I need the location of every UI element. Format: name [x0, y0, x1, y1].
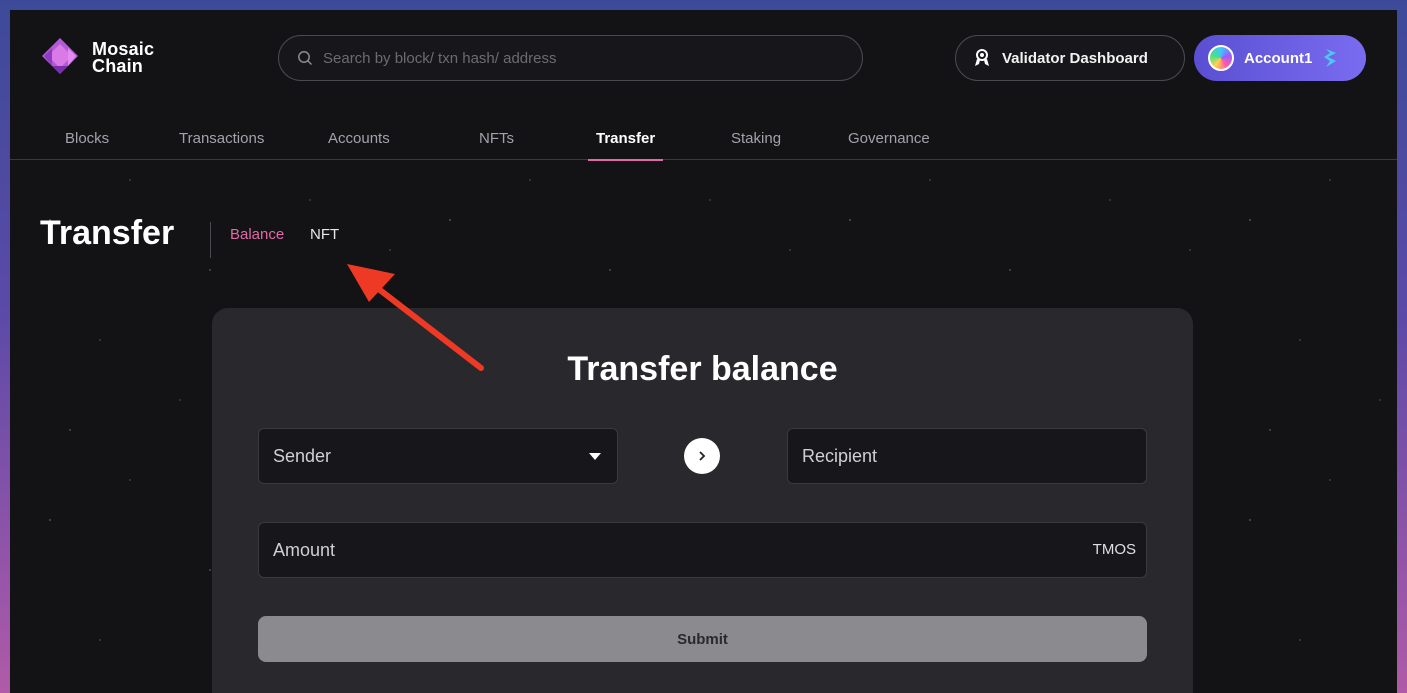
sender-placeholder: Sender — [273, 445, 332, 466]
nav-tab-blocks[interactable]: Blocks — [65, 130, 109, 160]
recipient-placeholder: Recipient — [802, 445, 878, 466]
search-input[interactable] — [323, 49, 843, 67]
submit-button[interactable]: Submit — [258, 616, 1147, 662]
search-icon — [298, 51, 313, 66]
nav-tab-transactions[interactable]: Transactions — [179, 130, 264, 160]
account-avatar — [1208, 45, 1234, 71]
page-title: Transfer — [40, 214, 175, 252]
account-label: Account1 — [1244, 49, 1313, 67]
sub-tab-balance[interactable]: Balance — [230, 226, 284, 243]
wallet-logo-icon — [1324, 49, 1337, 67]
validator-dashboard-label: Validator Dashboard — [1002, 49, 1148, 67]
validator-dashboard-button[interactable]: Validator Dashboard — [955, 35, 1185, 81]
amount-unit: TMOS — [1092, 541, 1136, 558]
nav-tab-accounts[interactable]: Accounts — [328, 130, 390, 160]
recipient-input[interactable]: Recipient — [787, 428, 1147, 484]
account-button[interactable]: Account1 — [1194, 35, 1366, 81]
brand-logo[interactable]: Mosaic Chain — [38, 36, 154, 80]
search-bar[interactable] — [278, 35, 863, 81]
app-window: Mosaic Chain Validator Dashboard Account… — [10, 10, 1397, 693]
title-divider — [210, 222, 211, 258]
validator-icon — [975, 49, 989, 66]
chevron-right-icon — [699, 451, 706, 461]
nav-tab-nfts[interactable]: NFTs — [479, 130, 514, 160]
main-nav: Blocks Transactions Accounts NFTs Transf… — [10, 120, 1397, 161]
next-arrow-button[interactable] — [684, 438, 720, 474]
amount-input[interactable]: Amount TMOS — [258, 522, 1147, 578]
brand-line2: Chain — [92, 56, 144, 76]
nav-tab-governance[interactable]: Governance — [848, 130, 930, 160]
nav-tab-transfer[interactable]: Transfer — [587, 130, 664, 161]
nav-tab-staking[interactable]: Staking — [731, 130, 781, 160]
annotation-arrow-icon — [347, 264, 484, 371]
caret-down-icon — [589, 453, 601, 460]
mosaic-logo-icon — [42, 38, 78, 74]
sub-tab-nft[interactable]: NFT — [310, 226, 339, 243]
amount-placeholder: Amount — [273, 539, 336, 560]
sender-select[interactable]: Sender — [258, 428, 618, 484]
